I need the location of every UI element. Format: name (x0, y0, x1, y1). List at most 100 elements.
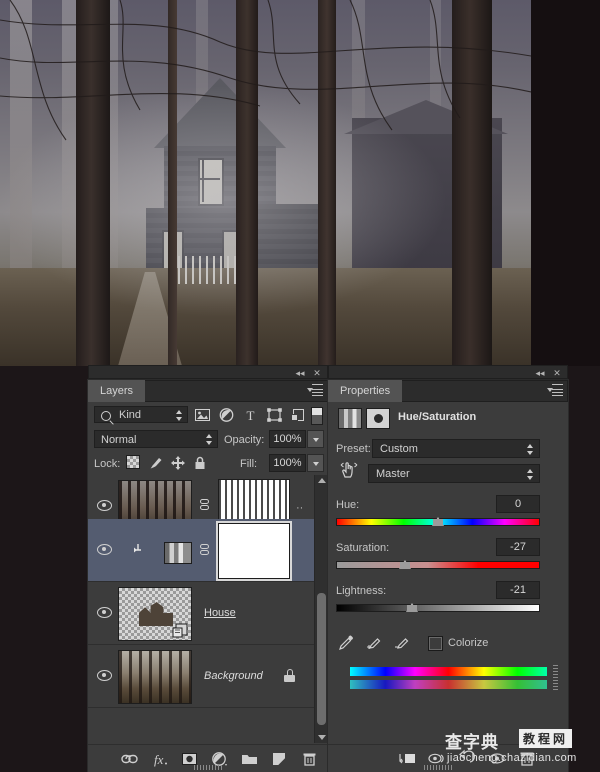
lightness-slider-knob[interactable] (406, 603, 418, 612)
lock-transparency-icon[interactable] (126, 455, 140, 469)
watermark-badge: 教程网 (519, 729, 573, 748)
adjustment-layer-thumbnail[interactable] (164, 542, 192, 564)
opacity-label: Opacity: (224, 434, 265, 446)
layers-panel: ◂◂ ✕ Layers Kind T Normal Opacity: 100% … (88, 365, 328, 772)
house-cutout (139, 602, 173, 626)
layer-visibility-toggle[interactable] (95, 606, 113, 618)
pixel-filter-icon[interactable] (194, 407, 211, 423)
adjustment-header: Hue/Saturation (328, 402, 568, 435)
tab-layers[interactable]: Layers (88, 380, 146, 402)
layers-panel-menu-icon[interactable] (307, 384, 323, 398)
layer-name[interactable]: Background (204, 670, 263, 682)
panel-resize-grip[interactable] (194, 765, 222, 770)
layer-filter-kind-select[interactable]: Kind (94, 406, 188, 423)
gradient-range-handles[interactable] (553, 665, 558, 691)
canvas-photo (0, 0, 531, 366)
layer-filter-row: Kind T (88, 402, 328, 427)
eyedropper-add-icon[interactable] (366, 634, 383, 651)
tab-properties[interactable]: Properties (328, 380, 403, 402)
layer-visibility-toggle[interactable] (95, 499, 113, 511)
hue-value[interactable]: 0 (496, 495, 540, 513)
lock-position-icon[interactable] (170, 455, 186, 471)
fill-dropdown-button[interactable] (307, 454, 324, 472)
shape-filter-icon[interactable] (266, 407, 283, 423)
layer-filter-kind-value: Kind (119, 409, 142, 421)
saturation-value[interactable]: -27 (496, 538, 540, 556)
smartobject-filter-icon[interactable] (290, 407, 307, 423)
bare-branches (0, 0, 531, 141)
properties-tabstrip: Properties (328, 380, 568, 402)
adjustment-filter-icon[interactable] (218, 407, 235, 423)
channel-spinner-icon[interactable] (527, 468, 534, 481)
scroll-up-arrow[interactable] (318, 478, 326, 483)
watermark-brand: 查字典 (445, 733, 499, 753)
lightness-slider-track[interactable] (336, 604, 540, 612)
saturation-slider-track[interactable] (336, 561, 540, 569)
table-row[interactable]: ·· (88, 475, 314, 535)
locked-icon (284, 669, 295, 682)
on-image-adjust-icon[interactable] (338, 459, 358, 479)
collapse-panel-icon[interactable]: ◂◂ (533, 366, 547, 380)
table-row[interactable]: Background (88, 645, 314, 708)
adjustment-mask-icon[interactable] (366, 408, 390, 429)
collapse-panel-icon[interactable]: ◂◂ (293, 366, 307, 380)
search-icon (101, 411, 111, 421)
lock-image-icon[interactable] (148, 455, 164, 471)
eyedropper-subtract-icon[interactable] (394, 634, 411, 651)
link-icon[interactable] (200, 499, 211, 512)
close-panel-icon[interactable]: ✕ (310, 366, 324, 380)
layer-visibility-toggle[interactable] (95, 543, 113, 555)
type-filter-icon[interactable]: T (242, 407, 259, 423)
layers-scrollbar[interactable] (314, 475, 328, 743)
opacity-dropdown-button[interactable] (307, 430, 324, 448)
saturation-slider-knob[interactable] (399, 560, 411, 569)
svg-text:T: T (247, 408, 255, 423)
properties-panel-menu-icon[interactable] (547, 384, 563, 398)
blend-mode-select[interactable]: Normal (94, 430, 218, 448)
result-hue-bar[interactable] (350, 680, 547, 689)
lock-all-icon[interactable] (192, 455, 208, 471)
colorize-label: Colorize (448, 637, 489, 649)
preset-spinner-icon[interactable] (527, 443, 534, 456)
layers-panel-footer: fx (88, 744, 328, 772)
properties-panel-titlebar: ◂◂ ✕ (328, 365, 568, 379)
lock-label: Lock: (94, 458, 121, 470)
photoshop-window: ◂◂ ✕ Layers Kind T Normal Opacity: 100% … (0, 0, 600, 772)
table-row[interactable]: House (88, 582, 314, 645)
link-icon[interactable] (200, 544, 211, 557)
close-panel-icon[interactable]: ✕ (550, 366, 564, 380)
table-row[interactable] (88, 519, 314, 582)
new-layer-button[interactable] (270, 750, 289, 768)
layer-style-button[interactable]: fx (150, 750, 169, 768)
layer-visibility-toggle[interactable] (95, 669, 113, 681)
scroll-down-arrow[interactable] (318, 735, 326, 740)
scrollbar-thumb[interactable] (317, 593, 326, 725)
filter-toggle-switch[interactable] (311, 407, 323, 425)
preset-select[interactable]: Custom (372, 439, 540, 458)
fill-value[interactable]: 100% (269, 454, 306, 472)
layer-name[interactable]: House (204, 607, 236, 619)
layer-thumbnail[interactable] (118, 650, 192, 704)
preset-label: Preset: (336, 443, 371, 455)
layer-list[interactable]: ·· House Background (88, 475, 328, 743)
lightness-label: Lightness: (336, 585, 387, 597)
hue-slider-knob[interactable] (432, 517, 444, 526)
clip-to-layer-button[interactable] (396, 749, 418, 768)
channel-select[interactable]: Master (368, 464, 540, 483)
layers-tab-background (134, 380, 328, 402)
kind-spinner-icon[interactable] (176, 409, 183, 422)
delete-layer-button[interactable] (300, 750, 319, 768)
watermark: 查字典 教程网 jiaocheng.chazidian.com (445, 728, 597, 770)
lightness-value[interactable]: -21 (496, 581, 540, 599)
eyedropper-icon[interactable] (338, 634, 355, 651)
layers-tabstrip: Layers (88, 380, 328, 402)
colorize-checkbox[interactable] (428, 636, 443, 651)
preset-value: Custom (380, 443, 418, 455)
link-layers-button[interactable] (120, 750, 139, 768)
blend-spinner-icon[interactable] (206, 433, 213, 446)
fill-label: Fill: (240, 458, 258, 470)
layer-mask-thumbnail[interactable] (218, 523, 290, 579)
new-group-button[interactable] (240, 750, 259, 768)
opacity-value[interactable]: 100% (269, 430, 306, 448)
source-hue-bar (350, 667, 547, 676)
